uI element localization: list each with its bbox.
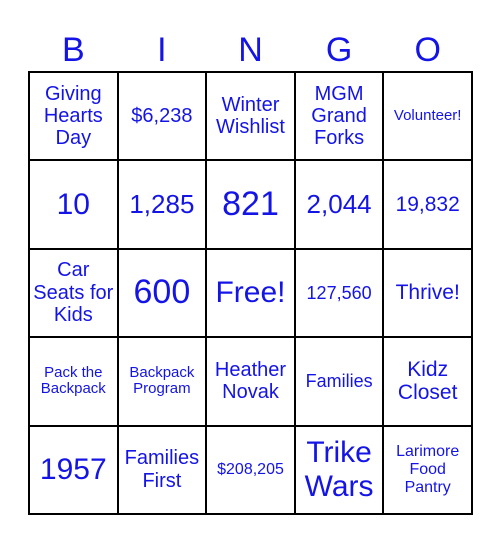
bingo-cell[interactable]: Winter Wishlist (206, 72, 295, 161)
header-letter-o: O (414, 31, 441, 69)
bingo-cell[interactable]: Trike Wars (294, 425, 384, 514)
bingo-cell[interactable]: $208,205 (206, 425, 295, 514)
bingo-cell[interactable]: 1,285 (117, 160, 207, 249)
bingo-cell[interactable]: Thrive! (383, 248, 472, 338)
header-letter-n: N (238, 31, 263, 69)
bingo-cell[interactable]: 1957 (29, 425, 118, 514)
bingo-cell[interactable]: 127,560 (294, 248, 384, 338)
bingo-cell[interactable]: Kidz Closet (383, 337, 472, 426)
bingo-cell[interactable]: Free! (206, 248, 295, 338)
header-letter-b: B (61, 31, 85, 69)
bingo-cell[interactable]: $6,238 (117, 72, 207, 161)
bingo-cell[interactable]: Car Seats for Kids (29, 248, 118, 338)
bingo-cell[interactable]: Larimore Food Pantry (383, 425, 472, 514)
bingo-cell[interactable]: Backpack Program (117, 337, 207, 426)
bingo-cell[interactable]: Giving Hearts Day (29, 72, 118, 161)
bingo-header: B I N G O (29, 28, 472, 72)
bingo-grid: Giving Hearts Day $6,238 Winter Wishlist… (28, 71, 473, 515)
bingo-cell[interactable]: Heather Novak (206, 337, 295, 426)
bingo-cell[interactable]: Families First (117, 425, 207, 514)
bingo-cell[interactable]: MGM Grand Forks (294, 72, 384, 161)
bingo-cell[interactable]: 821 (206, 160, 295, 249)
bingo-cell[interactable]: 600 (117, 248, 207, 338)
bingo-cell[interactable]: 19,832 (383, 160, 472, 249)
header-letter-g: G (325, 31, 353, 69)
bingo-card: B I N G O Giving Hearts Day $6,238 Winte… (0, 0, 501, 544)
bingo-cell[interactable]: 2,044 (294, 160, 384, 249)
bingo-cell[interactable]: 10 (29, 160, 118, 249)
bingo-cell[interactable]: Volunteer! (383, 72, 472, 161)
bingo-cell[interactable]: Pack the Backpack (29, 337, 118, 426)
bingo-cell[interactable]: Families (294, 337, 384, 426)
header-letter-i: I (157, 31, 167, 69)
